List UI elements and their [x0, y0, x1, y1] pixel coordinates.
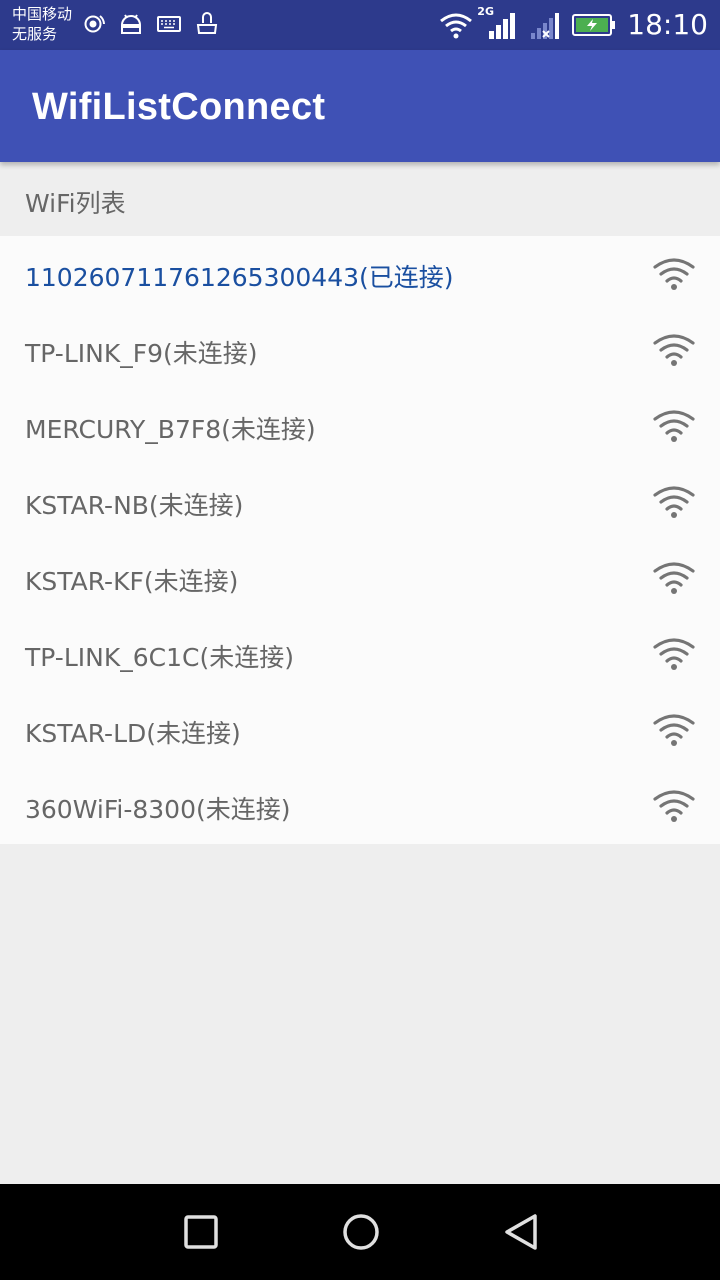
app-title: WifiListConnect: [32, 86, 326, 128]
wifi-signal-icon: [653, 410, 695, 442]
carrier-name: 中国移动: [12, 5, 73, 23]
clock: 18:10: [627, 8, 708, 41]
wifi-list-item[interactable]: KSTAR-LD(未连接): [0, 692, 720, 768]
wifi-list-item[interactable]: 360WiFi-8300(未连接): [0, 768, 720, 844]
wifi-list: 110260711761265300443(已连接) TP-LINK_F9(未连…: [0, 236, 720, 844]
hotspot-icon: [84, 15, 105, 33]
recents-square-icon[interactable]: [177, 1208, 225, 1256]
navigation-bar: [0, 1184, 720, 1280]
back-triangle-icon[interactable]: [497, 1208, 545, 1256]
wifi-list-item[interactable]: TP-LINK_6C1C(未连接): [0, 616, 720, 692]
app-bar: WifiListConnect: [0, 50, 720, 162]
signal-2g-icon: 2G: [477, 5, 519, 41]
wifi-network-name: MERCURY_B7F8(未连接): [25, 415, 316, 444]
home-circle-icon[interactable]: [337, 1208, 385, 1256]
keyboard-icon: [157, 16, 181, 32]
wifi-network-name: TP-LINK_6C1C(未连接): [25, 643, 294, 672]
wifi-list-item[interactable]: 110260711761265300443(已连接): [0, 236, 720, 312]
wifi-icon: [440, 13, 473, 39]
wifi-network-name: KSTAR-KF(未连接): [25, 567, 239, 596]
wifi-network-name: KSTAR-LD(未连接): [25, 719, 241, 748]
status-bar: 中国移动 无服务 2G 18:10: [0, 0, 720, 50]
network-type-label: 2G: [477, 5, 494, 18]
signal-no-service-icon: [531, 13, 560, 39]
android-debug-icon: [120, 14, 142, 34]
service-status: 无服务: [12, 25, 58, 43]
wifi-network-name: TP-LINK_F9(未连接): [25, 339, 258, 368]
carrier-info: 中国移动 无服务: [12, 4, 72, 44]
section-title: WiFi列表: [25, 189, 126, 218]
wifi-signal-icon: [653, 334, 695, 366]
wifi-network-name: 110260711761265300443(已连接): [25, 263, 454, 292]
system-status-icons: 2G 18:10: [439, 5, 708, 42]
wifi-signal-icon: [653, 790, 695, 822]
notification-icon: [196, 12, 218, 34]
wifi-signal-icon: [653, 562, 695, 594]
wifi-network-name: 360WiFi-8300(未连接): [25, 795, 291, 824]
wifi-list-header: WiFi列表: [0, 162, 720, 236]
wifi-signal-icon: [653, 714, 695, 746]
wifi-list-item[interactable]: KSTAR-KF(未连接): [0, 540, 720, 616]
notification-icons: [80, 11, 220, 37]
wifi-signal-icon: [653, 486, 695, 518]
wifi-list-item[interactable]: TP-LINK_F9(未连接): [0, 312, 720, 388]
wifi-signal-icon: [653, 638, 695, 670]
battery-charging-icon: [572, 14, 616, 36]
wifi-signal-icon: [653, 258, 695, 290]
wifi-list-item[interactable]: MERCURY_B7F8(未连接): [0, 388, 720, 464]
wifi-network-name: KSTAR-NB(未连接): [25, 491, 244, 520]
wifi-list-item[interactable]: KSTAR-NB(未连接): [0, 464, 720, 540]
